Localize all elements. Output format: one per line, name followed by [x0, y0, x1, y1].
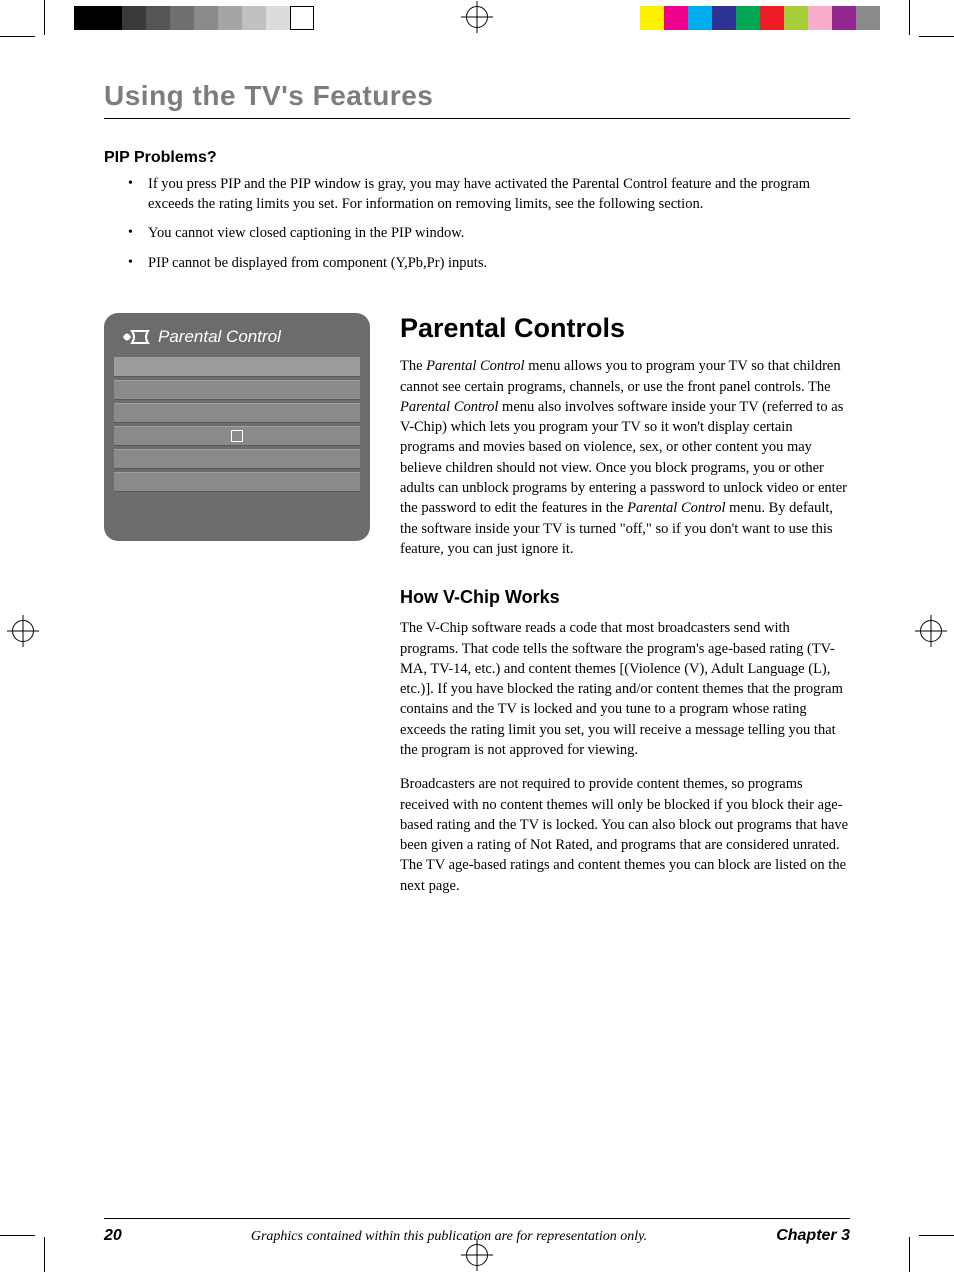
swatch — [290, 6, 314, 30]
panel-row — [114, 357, 360, 377]
main-text-column: Parental Controls The Parental Control m… — [400, 313, 850, 910]
menu-logo-icon — [122, 328, 150, 346]
text: The — [400, 358, 426, 374]
swatch — [218, 6, 242, 30]
crop-mark — [909, 1237, 910, 1272]
swatch — [784, 6, 808, 30]
swatch — [808, 6, 832, 30]
panel-row-checkbox — [114, 426, 360, 446]
crop-mark — [909, 0, 910, 35]
page-content: Using the TV's Features PIP Problems? If… — [104, 80, 850, 910]
swatch — [74, 6, 98, 30]
swatch — [712, 6, 736, 30]
panel-row — [114, 403, 360, 423]
swatch — [640, 6, 664, 30]
registration-mark-icon — [12, 620, 34, 642]
section-title: Using the TV's Features — [104, 80, 850, 119]
parental-controls-heading: Parental Controls — [400, 313, 850, 344]
list-item: You cannot view closed captioning in the… — [128, 224, 850, 244]
text: menu also involves software inside your … — [400, 399, 847, 516]
crop-mark — [44, 0, 45, 35]
page-number: 20 — [104, 1227, 122, 1245]
crop-mark — [0, 1235, 35, 1236]
vchip-paragraph-1: The V-Chip software reads a code that mo… — [400, 618, 850, 760]
panel-row — [114, 472, 360, 492]
swatch — [856, 6, 880, 30]
panel-rows — [114, 357, 360, 492]
swatch — [146, 6, 170, 30]
text-em: Parental Control — [627, 500, 725, 516]
crop-mark — [0, 36, 35, 37]
pip-problems-list: If you press PIP and the PIP window is g… — [128, 175, 850, 273]
vchip-paragraph-2: Broadcasters are not required to provide… — [400, 774, 850, 896]
parental-controls-paragraph: The Parental Control menu allows you to … — [400, 356, 850, 559]
swatch — [688, 6, 712, 30]
parental-control-menu-graphic: Parental Control — [104, 313, 370, 541]
crop-mark — [44, 1237, 45, 1272]
checkbox-icon — [231, 430, 243, 442]
list-item: PIP cannot be displayed from component (… — [128, 254, 850, 274]
footer-note: Graphics contained within this publicati… — [122, 1229, 776, 1245]
chapter-label: Chapter 3 — [776, 1227, 850, 1245]
panel-row — [114, 449, 360, 469]
text-em: Parental Control — [400, 399, 498, 415]
panel-row — [114, 380, 360, 400]
registration-mark-icon — [920, 620, 942, 642]
panel-title: Parental Control — [158, 327, 281, 347]
pip-problems-heading: PIP Problems? — [104, 149, 850, 167]
swatch — [122, 6, 146, 30]
registration-mark-icon — [466, 6, 488, 28]
color-bar — [640, 6, 880, 30]
text-em: Parental Control — [426, 358, 524, 374]
crop-mark — [919, 36, 954, 37]
grayscale-bar — [74, 6, 314, 30]
list-item: If you press PIP and the PIP window is g… — [128, 175, 850, 214]
vchip-heading: How V-Chip Works — [400, 587, 850, 608]
crop-mark — [919, 1235, 954, 1236]
swatch — [266, 6, 290, 30]
swatch — [832, 6, 856, 30]
swatch — [98, 6, 122, 30]
swatch — [170, 6, 194, 30]
swatch — [760, 6, 784, 30]
swatch — [194, 6, 218, 30]
swatch — [242, 6, 266, 30]
page-footer: 20 Graphics contained within this public… — [104, 1218, 850, 1245]
swatch — [664, 6, 688, 30]
registration-mark-icon — [466, 1244, 488, 1266]
swatch — [736, 6, 760, 30]
